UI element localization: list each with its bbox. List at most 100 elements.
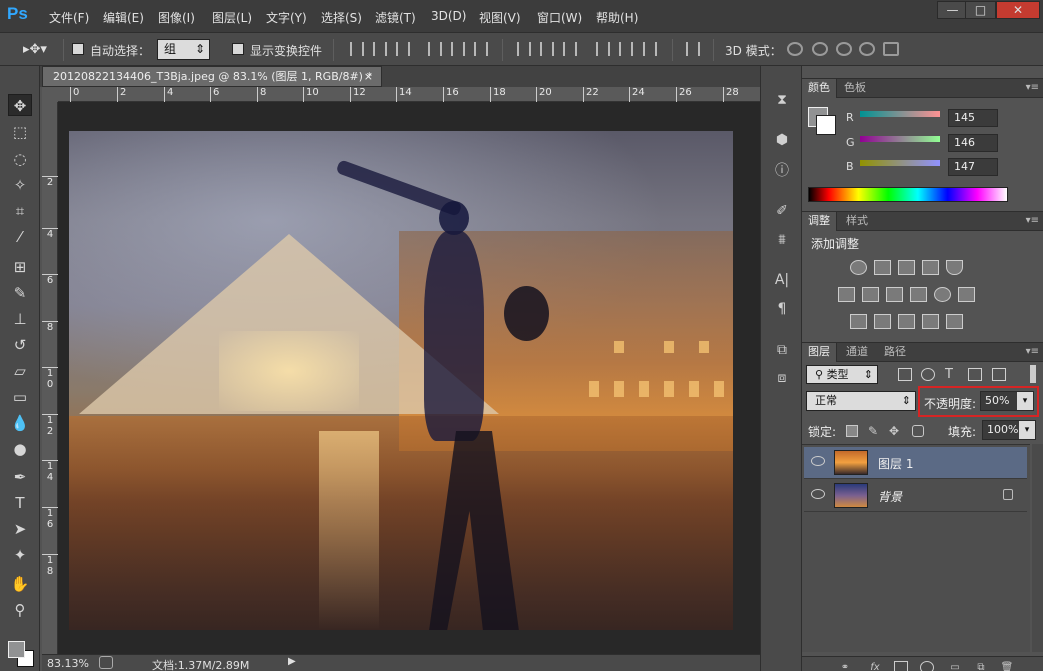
gradient-tool-icon[interactable]: ▭	[8, 386, 32, 408]
foreground-color-swatch[interactable]	[8, 641, 25, 658]
shape-filter-icon[interactable]	[968, 368, 982, 381]
black-white-icon[interactable]	[886, 287, 903, 302]
r-slider[interactable]	[860, 111, 940, 117]
layer-name[interactable]: 图层 1	[878, 455, 913, 472]
lock-all-icon[interactable]	[912, 425, 924, 437]
paragraph-panel-icon[interactable]: ¶	[772, 300, 792, 318]
move-tool-preset-icon[interactable]: ▸✥▾	[23, 42, 47, 57]
menu-filter[interactable]: 滤镜(T)	[375, 9, 416, 26]
horizontal-ruler[interactable]: 0 2 4 6 8 10 12 14 16 18 20 22 24 26 28	[58, 87, 760, 102]
maximize-button[interactable]: □	[965, 1, 996, 19]
hand-tool-icon[interactable]: ✋	[8, 573, 32, 595]
color-spectrum[interactable]	[808, 187, 1008, 202]
layer-row-layer1[interactable]: 图层 1	[804, 447, 1027, 479]
menu-layer[interactable]: 图层(L)	[212, 9, 252, 26]
layer-filter-dropdown[interactable]: ⚲ 类型 ⇕	[806, 365, 878, 384]
auto-select-checkbox[interactable]	[72, 43, 84, 55]
menu-select[interactable]: 选择(S)	[321, 9, 362, 26]
new-group-icon[interactable]: ▭	[948, 661, 962, 671]
lock-position-icon[interactable]: ✥	[889, 425, 901, 437]
lock-transparent-icon[interactable]	[846, 425, 858, 437]
posterize-icon[interactable]	[874, 314, 891, 329]
scale-3d-icon[interactable]	[883, 42, 899, 56]
link-layers-icon[interactable]: ⚭	[838, 661, 852, 671]
exposure-icon[interactable]	[922, 260, 939, 275]
g-slider[interactable]	[860, 136, 940, 142]
tab-styles[interactable]: 样式	[840, 212, 874, 231]
info-panel-icon[interactable]: ⓘ	[772, 162, 792, 180]
align-hcenter-icon[interactable]	[451, 42, 465, 56]
pan-3d-icon[interactable]	[836, 42, 852, 56]
levels-icon[interactable]	[874, 260, 891, 275]
filter-toggle[interactable]	[1030, 365, 1036, 383]
status-menu-arrow-icon[interactable]: ▶	[288, 656, 296, 667]
document-tab[interactable]: 20120822134406_T3Bja.jpeg @ 83.1% (图层 1,…	[42, 66, 382, 87]
type-filter-icon[interactable]: T	[945, 368, 959, 381]
roll-3d-icon[interactable]	[812, 42, 828, 56]
menu-image[interactable]: 图像(I)	[158, 9, 195, 26]
lock-pixels-icon[interactable]: ✎	[868, 425, 880, 437]
blur-tool-icon[interactable]: 💧	[8, 412, 32, 434]
menu-view[interactable]: 视图(V)	[479, 9, 521, 26]
zoom-level[interactable]: 83.13%	[47, 657, 89, 670]
layer-row-background[interactable]: 背景	[804, 480, 1027, 512]
menu-help[interactable]: 帮助(H)	[596, 9, 638, 26]
bg-color-swatch[interactable]	[816, 115, 836, 135]
auto-align-icon[interactable]	[686, 42, 700, 56]
vibrance-icon[interactable]	[946, 260, 963, 275]
tab-channels[interactable]: 通道	[840, 343, 874, 362]
pen-tool-icon[interactable]: ✒	[8, 466, 32, 488]
history-panel-icon[interactable]: ⧗	[772, 91, 792, 109]
brush-presets-icon[interactable]: ⩩	[772, 231, 792, 249]
selective-color-icon[interactable]	[922, 314, 939, 329]
fill-input[interactable]: 100% ▾	[982, 420, 1036, 440]
character-panel-icon[interactable]: A|	[772, 271, 792, 289]
menu-type[interactable]: 文字(Y)	[266, 9, 307, 26]
blend-mode-dropdown[interactable]: 正常 ⇕	[806, 391, 916, 411]
auto-select-dropdown[interactable]: 组 ⇕	[157, 39, 210, 60]
tab-swatches[interactable]: 色板	[838, 79, 872, 98]
smart-object-filter-icon[interactable]	[992, 368, 1006, 381]
distribute-hcenter-icon[interactable]	[619, 42, 633, 56]
pixel-filter-icon[interactable]	[898, 368, 912, 381]
menu-window[interactable]: 窗口(W)	[537, 9, 582, 26]
history-brush-tool-icon[interactable]: ↺	[8, 334, 32, 356]
gradient-map-icon[interactable]	[946, 314, 963, 329]
panel-menu-icon[interactable]: ▾≡	[1026, 82, 1039, 93]
panel-menu-icon[interactable]: ▾≡	[1026, 346, 1039, 357]
fx-icon[interactable]: fx	[868, 661, 882, 671]
tab-paths[interactable]: 路径	[878, 343, 912, 362]
distribute-right-icon[interactable]	[643, 42, 657, 56]
move-tool-icon[interactable]: ✥	[8, 94, 32, 116]
visibility-eye-icon[interactable]	[811, 456, 825, 466]
r-value-input[interactable]: 145	[948, 109, 998, 127]
tab-layers[interactable]: 图层	[802, 343, 837, 362]
distribute-top-icon[interactable]	[517, 42, 531, 56]
type-tool-icon[interactable]: T	[8, 492, 32, 514]
opacity-dropdown-arrow-icon[interactable]: ▾	[1017, 392, 1033, 410]
visibility-eye-icon[interactable]	[811, 489, 825, 499]
eraser-tool-icon[interactable]: ▱	[8, 360, 32, 382]
new-adjustment-icon[interactable]	[920, 661, 934, 671]
new-layer-icon[interactable]: ⧉	[974, 661, 988, 671]
fill-dropdown-arrow-icon[interactable]: ▾	[1019, 421, 1035, 439]
brightness-contrast-icon[interactable]	[850, 260, 867, 275]
brush-tool-icon[interactable]: ✎	[8, 282, 32, 304]
magic-wand-tool-icon[interactable]: ✧	[8, 174, 32, 196]
color-lookup-icon[interactable]	[958, 287, 975, 302]
distribute-left-icon[interactable]	[596, 42, 610, 56]
minimize-button[interactable]: —	[937, 1, 968, 19]
menu-3d[interactable]: 3D(D)	[431, 9, 466, 23]
document-image[interactable]	[69, 131, 733, 630]
add-mask-icon[interactable]	[894, 661, 908, 671]
marquee-tool-icon[interactable]: ⬚	[8, 121, 32, 143]
healing-brush-tool-icon[interactable]: ⊞	[8, 256, 32, 278]
tab-color[interactable]: 颜色	[802, 79, 837, 98]
color-balance-icon[interactable]	[862, 287, 879, 302]
brush-panel-icon[interactable]: ✐	[772, 202, 792, 220]
channel-mixer-icon[interactable]	[934, 287, 951, 302]
b-slider[interactable]	[860, 160, 940, 166]
dodge-tool-icon[interactable]: ●	[8, 438, 32, 460]
panel-menu-icon[interactable]: ▾≡	[1026, 215, 1039, 226]
crop-tool-icon[interactable]: ⌗	[8, 200, 32, 222]
